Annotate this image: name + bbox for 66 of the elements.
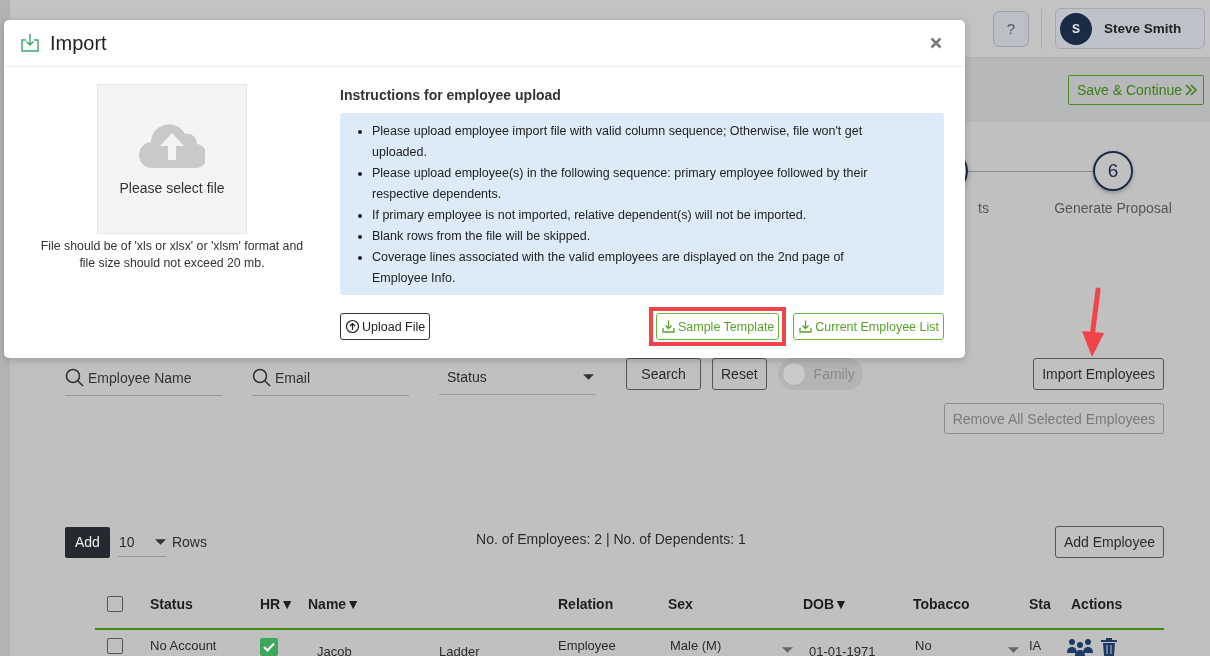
search-icon: [65, 368, 84, 387]
import-employees-button[interactable]: Import Employees: [1033, 358, 1164, 390]
search-icon: [252, 368, 271, 387]
upload-file-button[interactable]: Upload File: [340, 313, 431, 340]
hr-checkbox[interactable]: [260, 638, 278, 656]
column-header: Tobacco: [913, 596, 971, 612]
instruction-text: If primary employee is not imported, relative dependent(s) will not be imported.: [372, 207, 807, 224]
user-name: Steve Smith: [1104, 21, 1182, 36]
add-employee-button[interactable]: Add Employee: [1054, 526, 1164, 558]
bullet-icon: [358, 235, 362, 239]
caret-icon: [154, 538, 166, 545]
dob-field[interactable]: 01-01-1971: [803, 638, 913, 656]
double-chevron-icon: [1184, 83, 1198, 97]
people-icon[interactable]: [1067, 638, 1093, 656]
help-button[interactable]: ?: [993, 10, 1029, 47]
column-header: HR▼: [260, 596, 296, 612]
sex-dropdown[interactable]: Male (M): [670, 638, 803, 653]
employee-counts: No. of Employees: 2 | No. of Dependents: 1: [476, 531, 747, 547]
bullet-icon: [358, 172, 362, 176]
import-icon: [20, 33, 40, 53]
step-circle[interactable]: 6: [1093, 151, 1133, 191]
column-header: Actions: [1071, 596, 1124, 612]
step-label: ts: [977, 200, 990, 216]
table-cell-text: IA: [1029, 638, 1043, 653]
tobacco-dropdown[interactable]: No: [915, 638, 1029, 653]
column-header: DOB▼: [803, 596, 849, 612]
drop-area-label: Please select file: [119, 180, 225, 196]
column-header: Name▼: [308, 596, 361, 612]
table-cell-text: No Account: [150, 638, 218, 653]
instructions-title: Instructions for employee upload: [340, 87, 562, 103]
status-dropdown[interactable]: Status: [439, 359, 596, 395]
rows-label: Rows: [171, 534, 207, 550]
select-all-checkbox[interactable]: [107, 596, 123, 612]
instruction-text: Blank rows from the file will be skipped.: [372, 228, 591, 245]
user-avatar: S: [1060, 12, 1092, 45]
caret-icon: [1008, 646, 1019, 653]
caret-icon: [583, 373, 594, 380]
instruction-text: Coverage lines associated with the valid employees are displayed on the 2nd page of Employee Info.: [372, 249, 845, 287]
rows-dropdown[interactable]: 10: [117, 527, 166, 557]
column-header: Status: [150, 596, 194, 612]
add-button[interactable]: Add: [65, 526, 110, 558]
name-search-field[interactable]: Employee Name: [88, 369, 218, 386]
column-header: Sex: [668, 596, 694, 612]
step-label: Generate Proposal: [1053, 200, 1173, 216]
file-drop-area[interactable]: Please select file: [97, 84, 247, 234]
instruction-text: Please upload employee(s) in the following sequence: primary employee followed by their respective dependents.: [372, 165, 869, 203]
email-search-field[interactable]: Email: [275, 369, 405, 386]
caret-icon: [782, 646, 793, 653]
file-format-hint: File should be of 'xls or xlsx' or 'xlsm' format and file size should not exceed 20 mb.: [39, 238, 305, 272]
column-header: Relation: [558, 596, 615, 612]
column-header: Sta: [1029, 596, 1052, 612]
instruction-text: Please upload employee import file with valid column sequence; Otherwise, file won't get uploaded.: [372, 123, 864, 161]
bullet-icon: [358, 130, 362, 134]
close-icon[interactable]: [930, 37, 942, 49]
first-name-field[interactable]: Jacob: [308, 638, 439, 656]
last-name-field[interactable]: Ladder: [439, 638, 480, 656]
bullet-icon: [358, 256, 362, 260]
table-cell-text: Employee: [558, 638, 617, 653]
download-icon: [798, 319, 814, 334]
download-icon: [660, 319, 676, 334]
dialog-title: Import: [50, 31, 108, 55]
trash-icon[interactable]: [1101, 638, 1117, 656]
user-menu-button[interactable]: S Steve Smith: [1055, 8, 1205, 49]
upload-icon: [345, 319, 360, 334]
bullet-icon: [358, 214, 362, 218]
row-checkbox[interactable]: [107, 638, 123, 654]
